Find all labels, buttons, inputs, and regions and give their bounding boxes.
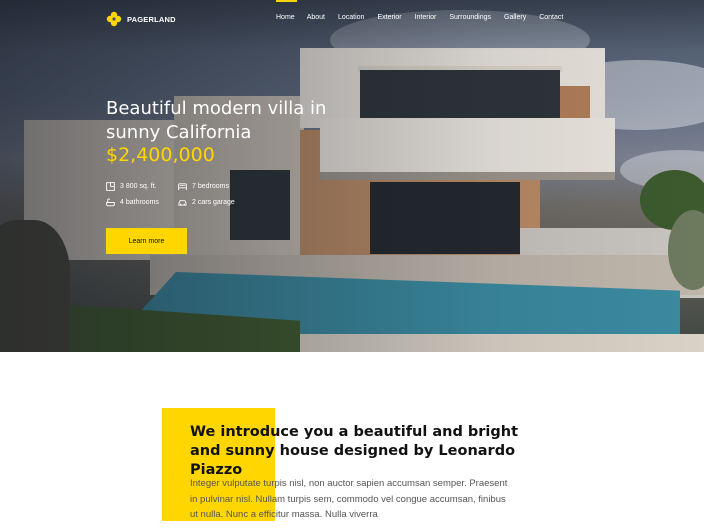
intro-body: Integer vulputate turpis nisl, non aucto…: [190, 478, 508, 520]
floorplan-icon: [106, 182, 115, 191]
feature-area-text: 3 800 sq. ft.: [120, 183, 157, 190]
bed-icon: [178, 183, 187, 191]
flower-logo-icon: [106, 11, 122, 27]
nav-surroundings[interactable]: Surroundings: [449, 14, 491, 21]
nav-exterior[interactable]: Exterior: [377, 14, 401, 21]
main-navigation: Home About Location Exterior Interior Su…: [276, 0, 563, 21]
site-logo[interactable]: PAGERLAND: [106, 11, 176, 27]
feature-bathrooms: 4 bathrooms: [106, 198, 159, 207]
hero-section: PAGERLAND Home About Location Exterior I…: [0, 0, 704, 352]
feature-bedrooms-text: 7 bedrooms: [192, 183, 229, 190]
hero-title: Beautiful modern villa in sunny Californ…: [106, 98, 327, 143]
hero-price: $2,400,000: [106, 144, 215, 166]
feature-bathrooms-text: 4 bathrooms: [120, 199, 159, 206]
nav-interior[interactable]: Interior: [415, 14, 437, 21]
feature-bedrooms: 7 bedrooms: [178, 182, 229, 191]
bathtub-icon: [106, 198, 115, 207]
nav-about[interactable]: About: [307, 14, 325, 21]
feature-garage-text: 2 cars garage: [192, 199, 235, 206]
intro-title: We introduce you a beautiful and bright …: [190, 424, 519, 478]
logo-text: PAGERLAND: [127, 14, 176, 24]
car-icon: [178, 200, 187, 206]
nav-home[interactable]: Home: [276, 0, 297, 21]
learn-more-button[interactable]: Learn more: [106, 228, 187, 254]
nav-contact[interactable]: Contact: [539, 14, 563, 21]
feature-garage: 2 cars garage: [178, 198, 235, 207]
nav-location[interactable]: Location: [338, 14, 364, 21]
feature-area: 3 800 sq. ft.: [106, 182, 157, 191]
nav-gallery[interactable]: Gallery: [504, 14, 526, 21]
